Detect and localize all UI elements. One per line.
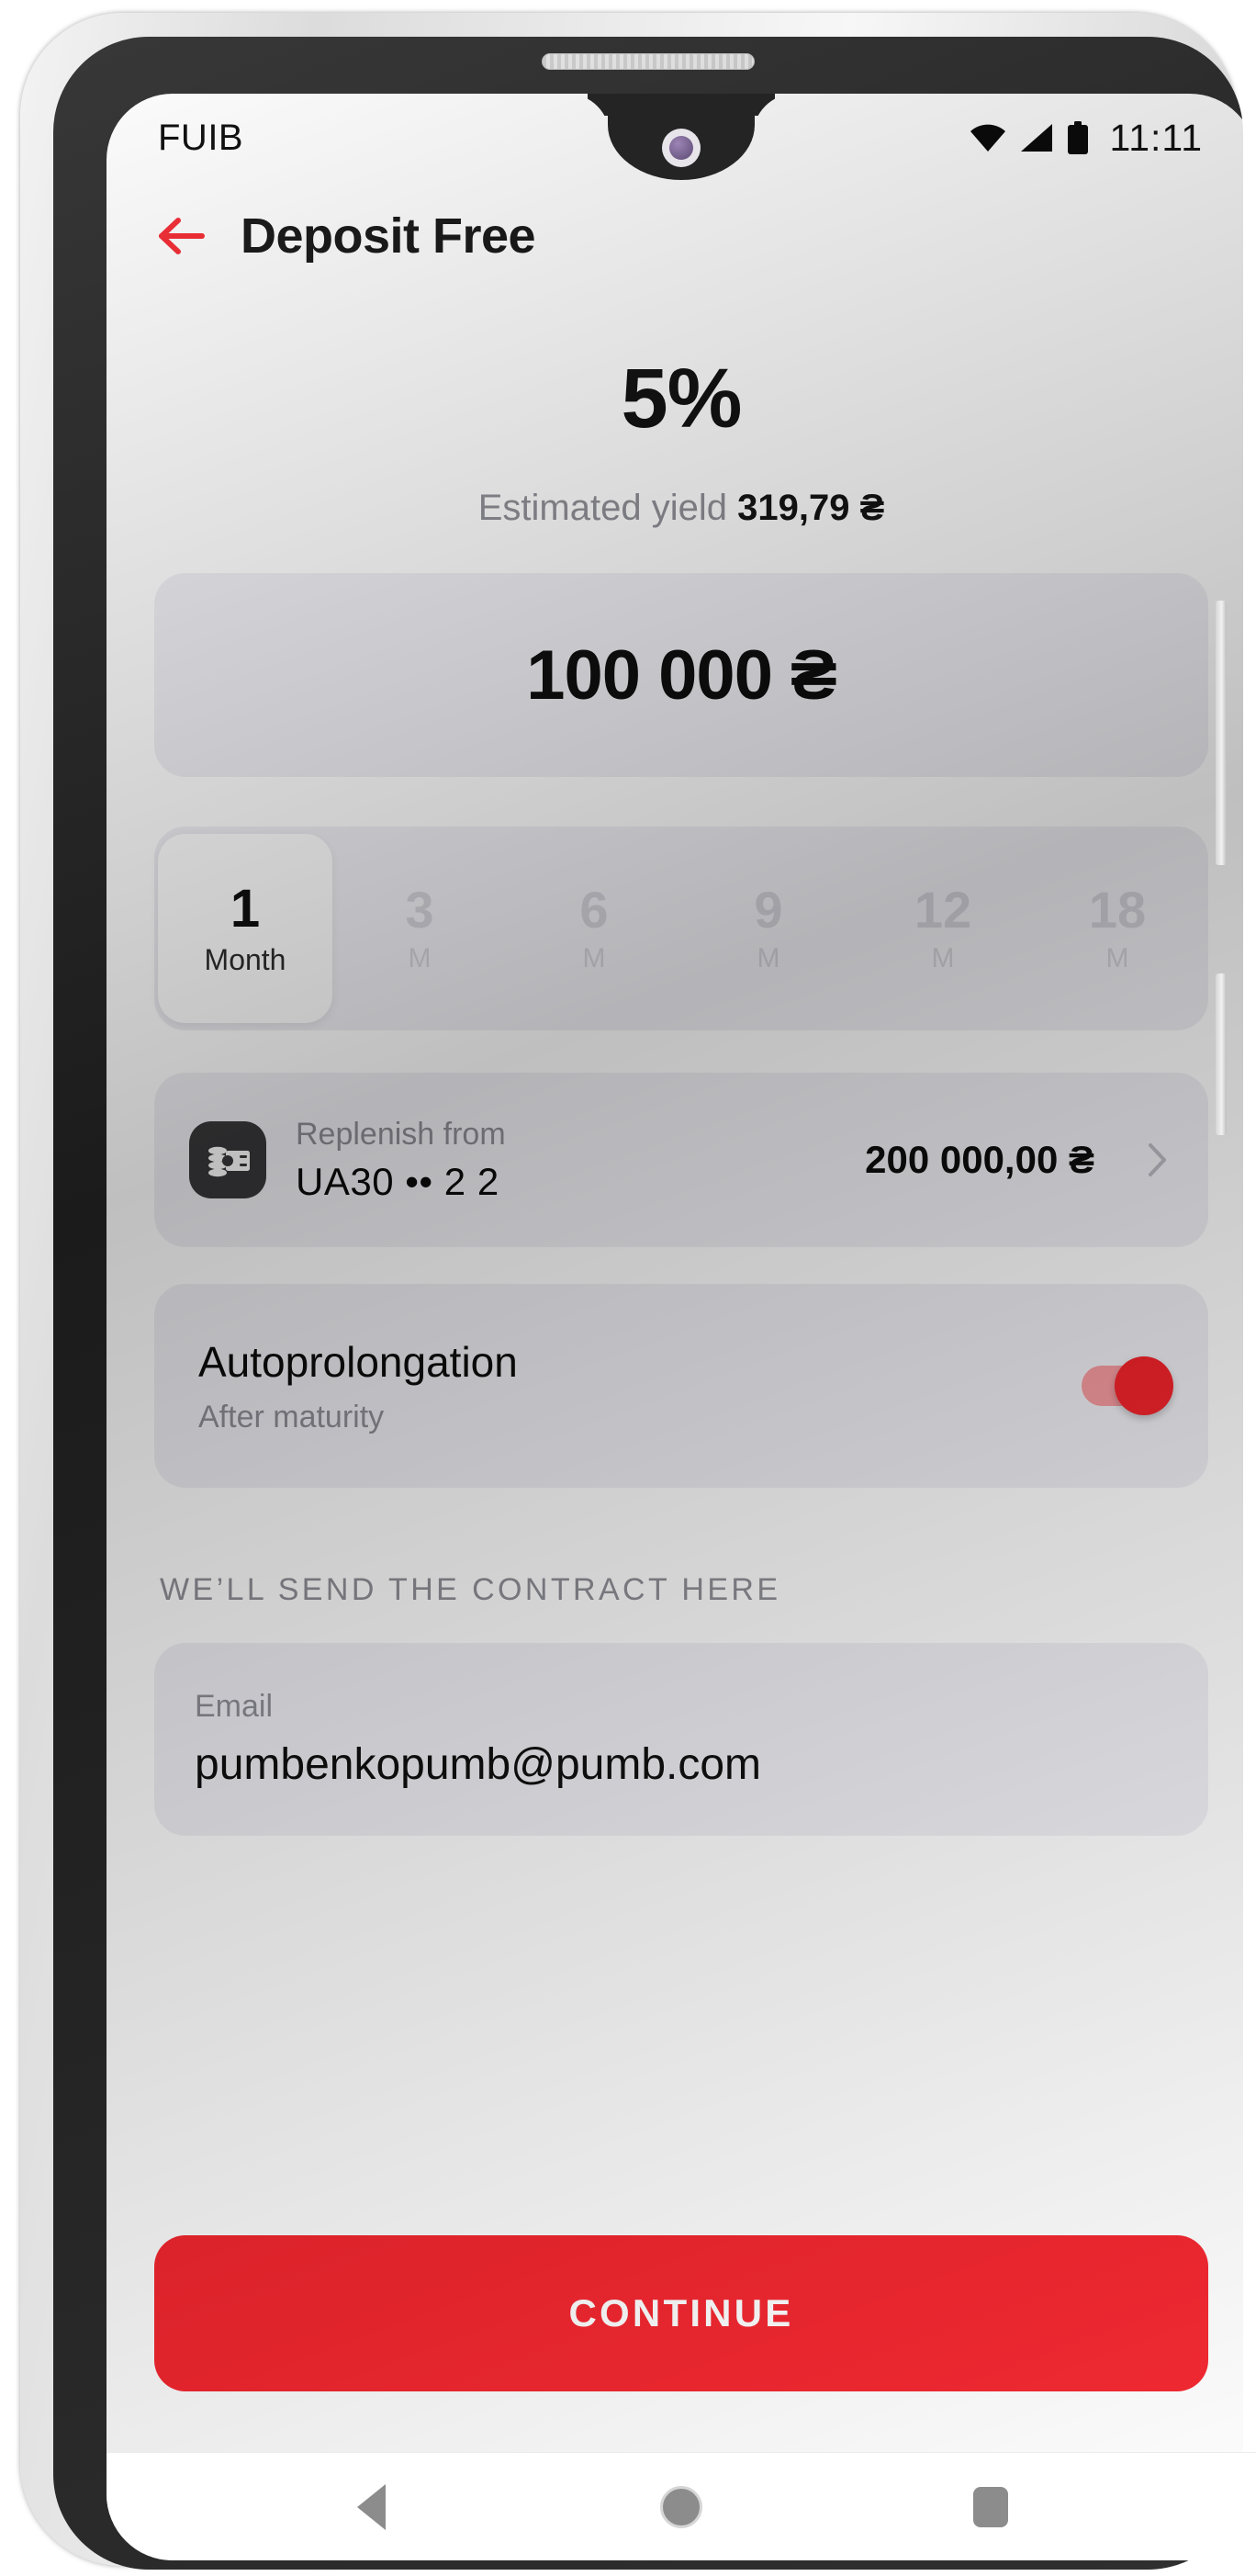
term-number: 1 xyxy=(230,883,260,936)
term-unit: M xyxy=(757,945,780,973)
term-option-12[interactable]: 12 M xyxy=(856,827,1030,1030)
email-value: pumbenkopumb@pumb.com xyxy=(195,1739,1168,1790)
battery-icon xyxy=(1068,121,1088,154)
nav-back-button[interactable] xyxy=(317,2453,427,2560)
autoprolongation-toggle[interactable] xyxy=(1082,1360,1166,1412)
replenish-account-number: UA30 •• 2 2 xyxy=(296,1160,835,1204)
interest-rate-value: 5% xyxy=(154,351,1208,447)
nav-back-icon xyxy=(357,2484,386,2530)
autoprolongation-title: Autoprolongation xyxy=(198,1337,518,1387)
email-label: Email xyxy=(195,1689,1168,1725)
carrier-label: FUIB xyxy=(158,118,243,159)
email-field[interactable]: Email pumbenkopumb@pumb.com xyxy=(154,1643,1208,1836)
app-bar: Deposit Free xyxy=(154,182,1208,290)
term-number: 3 xyxy=(405,884,433,936)
earpiece-speaker xyxy=(542,53,755,70)
continue-button[interactable]: CONTINUE xyxy=(154,2235,1208,2391)
volume-button[interactable] xyxy=(1216,601,1227,865)
phone-frame: FUIB 11:11 xyxy=(20,13,1236,2566)
term-unit: M xyxy=(1106,945,1129,973)
deposit-amount-value: 100 000 ₴ xyxy=(526,636,836,715)
nav-recents-icon xyxy=(973,2487,1008,2527)
replenish-label: Replenish from xyxy=(296,1117,835,1153)
term-option-1[interactable]: 1 Month xyxy=(158,834,332,1023)
phone-screen: FUIB 11:11 xyxy=(107,94,1256,2560)
term-unit: Month xyxy=(205,945,286,974)
term-unit: M xyxy=(583,945,606,973)
term-selector: 1 Month 3 M 6 M 9 M xyxy=(154,827,1208,1030)
estimated-yield-value: 319,79 ₴ xyxy=(737,488,884,528)
nav-home-icon xyxy=(660,2486,702,2528)
clock-label: 11:11 xyxy=(1109,117,1203,160)
chevron-right-icon xyxy=(1148,1142,1168,1177)
autoprolongation-subtitle: After maturity xyxy=(198,1400,518,1435)
term-option-9[interactable]: 9 M xyxy=(681,827,856,1030)
term-option-6[interactable]: 6 M xyxy=(507,827,681,1030)
replenish-balance: 200 000,00 ₴ xyxy=(865,1138,1094,1182)
android-nav-bar xyxy=(107,2452,1256,2560)
front-camera-icon xyxy=(662,129,701,167)
term-number: 18 xyxy=(1089,884,1146,936)
screenshot-root: FUIB 11:11 xyxy=(0,0,1256,2576)
term-number: 9 xyxy=(754,884,782,936)
back-button[interactable] xyxy=(158,217,206,255)
nav-recents-button[interactable] xyxy=(936,2453,1046,2560)
page-title: Deposit Free xyxy=(241,208,535,264)
money-account-icon xyxy=(189,1121,266,1198)
term-unit: M xyxy=(409,945,432,973)
term-number: 12 xyxy=(914,884,971,936)
term-option-18[interactable]: 18 M xyxy=(1030,827,1205,1030)
power-button[interactable] xyxy=(1216,973,1227,1135)
app-content: Deposit Free 5% Estimated yield 319,79 ₴… xyxy=(107,182,1256,2452)
deposit-amount-field[interactable]: 100 000 ₴ xyxy=(154,573,1208,777)
toggle-knob xyxy=(1115,1356,1173,1415)
term-option-3[interactable]: 3 M xyxy=(332,827,507,1030)
autoprolongation-row[interactable]: Autoprolongation After maturity xyxy=(154,1284,1208,1488)
autoprolongation-texts: Autoprolongation After maturity xyxy=(198,1337,518,1435)
replenish-texts: Replenish from UA30 •• 2 2 xyxy=(296,1117,835,1204)
nav-home-button[interactable] xyxy=(626,2453,736,2560)
estimated-yield-label: Estimated yield xyxy=(478,488,727,528)
estimated-yield: Estimated yield 319,79 ₴ xyxy=(154,488,1208,529)
continue-button-label: CONTINUE xyxy=(569,2291,794,2335)
signal-icon xyxy=(1021,124,1052,152)
replenish-source-row[interactable]: Replenish from UA30 •• 2 2 200 000,00 ₴ xyxy=(154,1073,1208,1247)
contract-section-label: WE’LL SEND THE CONTRACT HERE xyxy=(154,1572,1208,1608)
term-unit: M xyxy=(932,945,955,973)
term-number: 6 xyxy=(579,884,608,936)
phone-body: FUIB 11:11 xyxy=(53,37,1243,2570)
status-icons: 11:11 xyxy=(970,117,1203,160)
wifi-icon xyxy=(970,124,1005,152)
